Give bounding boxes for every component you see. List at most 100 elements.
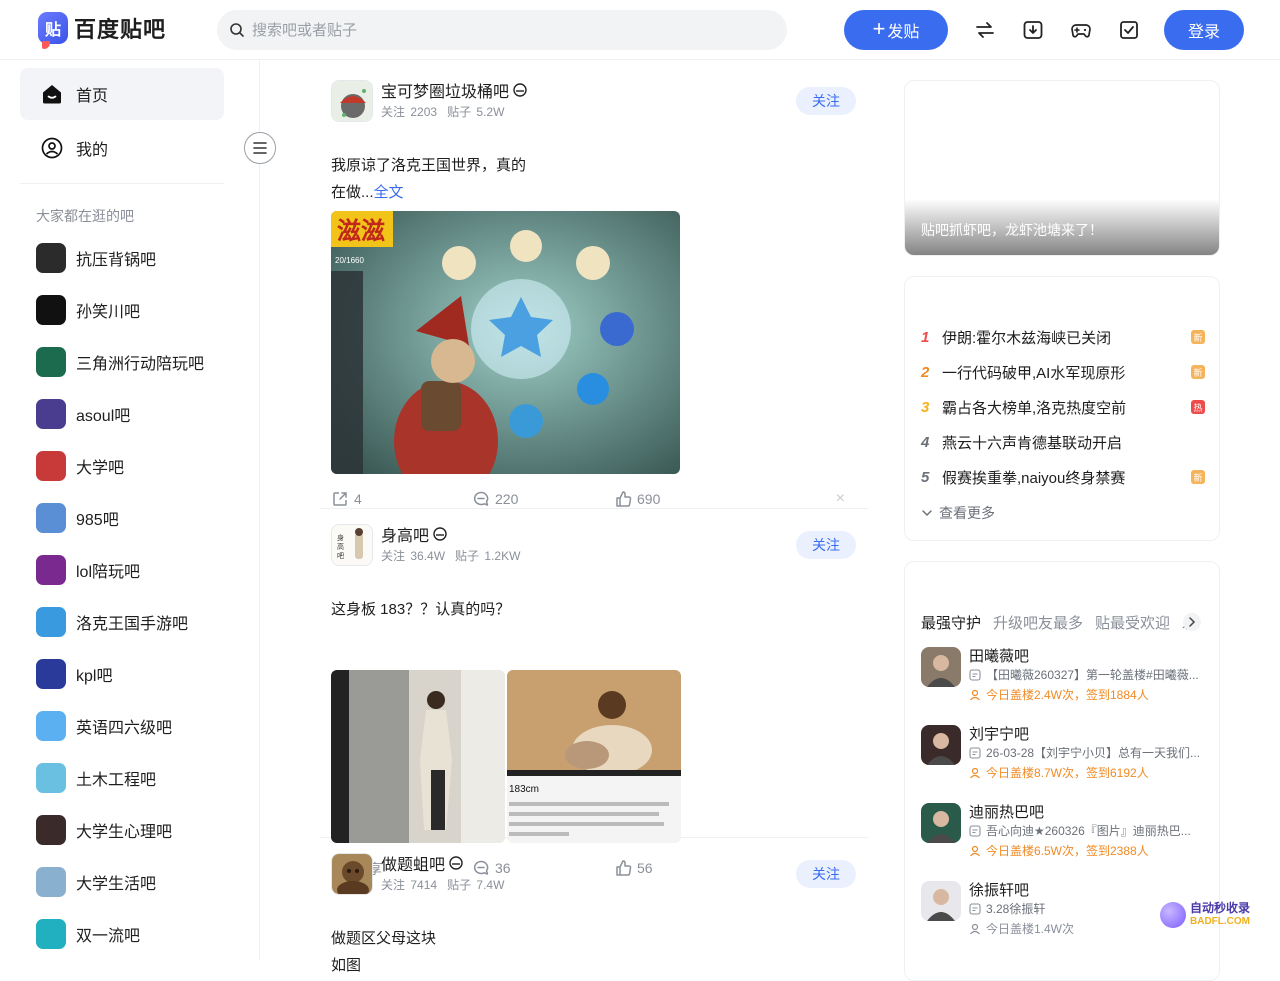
nav-mine[interactable]: 我的 [20,122,224,174]
search-input[interactable] [252,21,772,39]
forum-avatar [36,295,66,325]
sidebar-forum-item[interactable]: 985吧 [36,502,119,534]
login-button[interactable]: 登录 [1164,10,1244,50]
sidebar-forum-item[interactable]: 抗压背锅吧 [36,242,156,274]
forum-avatar [36,607,66,637]
task-check-icon[interactable] [1117,18,1141,42]
forum-name[interactable]: 做题蛆吧 [381,851,445,875]
post-card[interactable]: 做题蛆吧 关注 7414 贴子 7.4W 关注 做题区父母这块 如图 [320,851,868,974]
forum-name: 田曦薇吧 [969,648,1030,665]
comment-icon [473,491,489,506]
sidebar-forum-item[interactable]: 大学生心理吧 [36,814,172,846]
latest-post: 3.28徐振轩 [986,902,1046,916]
forum-avatar [921,803,961,843]
person-icon [970,923,980,934]
activity-stat: 今日盖楼8.7W次，签到6192人 [986,766,1149,780]
post-text[interactable]: 这身板 183？？认真的吗？ [331,596,510,623]
watermark: 自动秒收录 BADFL.COM [1160,902,1250,928]
post-button[interactable]: + 发贴 [844,10,948,50]
like-action[interactable]: 690 [614,490,660,508]
sidebar-collapse-button[interactable] [244,132,276,164]
comment-action[interactable]: 220 [472,490,518,508]
ranking-tab[interactable]: 升级吧友最多 [993,612,1083,632]
home-icon [43,85,61,104]
plus-icon: + [872,16,886,41]
forum-name[interactable]: 宝可梦圈垃圾桶吧 [381,78,509,102]
person-icon [970,689,980,700]
nav-home[interactable]: 首页 [20,68,224,120]
ranking-item[interactable]: 迪丽热巴吧 吾心向迪★260326『图片』迪丽热巴... 今日盖楼6.5W次，签到2… [921,801,1205,867]
search-bar[interactable] [217,10,787,50]
ranking-item[interactable]: 田曦薇吧 【田曦薇260327】第一轮盖楼#田曦薇... 今日盖楼2.4W次，签到1… [921,645,1205,711]
badge-icon [513,83,527,97]
forum-avatar [36,555,66,585]
chevron-right-icon[interactable] [1183,613,1201,631]
hot-topic-item[interactable]: 3 霸占各大榜单,洛克热度空前 热 [921,396,1205,418]
ranking-item[interactable]: 刘宇宁吧 26-03-28【刘宇宁小贝】总有一天我们... 今日盖楼8.7W次，签到… [921,723,1205,789]
forum-stats: 关注 7414 贴子 7.4W [381,878,505,892]
hot-tag-badge: 新 [1191,365,1205,379]
follow-button[interactable]: 关注 [796,860,856,888]
logo[interactable]: 贴 百度贴吧 [38,12,167,49]
post-card[interactable]: 身高吧 身高吧 关注 36.4W 贴子 1.2KW 关注 这身板 183？？认真的… [320,522,868,877]
forum-name: 土木工程吧 [76,772,157,789]
sidebar-section-title: 大家都在逛的吧 [36,208,134,224]
sidebar-forum-item[interactable]: 孙笑川吧 [36,294,140,326]
nav-mine-label: 我的 [76,142,109,159]
post-image[interactable]: 183cm [507,670,681,843]
logo-text: 百度贴吧 [74,17,167,42]
hot-tag-badge: 新 [1191,470,1205,484]
follow-button[interactable]: 关注 [796,531,856,559]
post-text[interactable]: 做题区父母这块 如图 [331,925,436,979]
download-icon[interactable] [1021,18,1045,42]
hot-topic-item[interactable]: 1 伊朗:霍尔木兹海峡已关闭 新 [921,326,1205,348]
sidebar-forum-item[interactable]: 三角洲行动陪玩吧 [36,346,204,378]
sidebar-forum-item[interactable]: kpl吧 [36,658,112,690]
ranking-tab[interactable]: 贴最受欢迎 [1095,612,1170,632]
hot-topic-item[interactable]: 5 假赛挨重拳,naiyou终身禁赛 新 [921,466,1205,488]
latest-post: 吾心向迪★260326『图片』迪丽热巴... [986,824,1191,838]
promo-banner[interactable]: 贴吧抓虾吧，龙虾池塘来了！ [904,80,1220,256]
hot-tag-badge: 热 [1191,400,1205,414]
read-more-link[interactable]: 全文 [374,184,404,201]
hot-rank: 1 [921,328,930,346]
dismiss-icon[interactable]: × [836,490,845,508]
hot-title: 燕云十六声肯德基联动开启 [942,434,1123,452]
ranking-tab[interactable]: 最强守护 [921,612,981,632]
post-image-grid: 183cm [331,670,681,843]
forum-name: 洛克王国手游吧 [76,616,189,633]
sidebar-forum-item[interactable]: 大学生活吧 [36,866,156,898]
share-action[interactable]: 4 [331,490,362,508]
forum-avatar [36,451,66,481]
switch-icon[interactable] [973,18,997,42]
forum-stats: 关注 2203 贴子 5.2W [381,105,505,119]
person-icon [970,767,980,778]
sidebar-forum-item[interactable]: 双一流吧 [36,918,140,950]
svg-text:吧: 吧 [337,552,344,560]
gamepad-icon[interactable] [1069,18,1093,42]
hot-topic-item[interactable]: 4 燕云十六声肯德基联动开启 [921,431,1205,453]
sidebar-forum-item[interactable]: 土木工程吧 [36,762,156,794]
view-more-link[interactable]: 查看更多 [921,503,995,523]
forum-name: 大学生活吧 [76,876,157,893]
sidebar-forum-item[interactable]: 洛克王国手游吧 [36,606,188,638]
latest-post: 【田曦薇260327】第一轮盖楼#田曦薇... [986,668,1199,682]
sidebar-forum-item[interactable]: 大学吧 [36,450,124,482]
forum-avatar [921,881,961,921]
post-image[interactable]: 滋滋 20/1660 [331,211,680,474]
sidebar-forum-item[interactable]: 英语四六级吧 [36,710,172,742]
post-card[interactable]: 宝可梦圈垃圾桶吧 关注 2203 贴子 5.2W 关注 我原谅了洛克王国世界，真的… [320,80,868,509]
watermark-logo-icon [1160,902,1186,928]
forum-name[interactable]: 身高吧 [381,522,429,546]
forum-avatar[interactable] [331,80,373,122]
post-text[interactable]: 我原谅了洛克王国世界，真的 在做...全文 [331,152,526,206]
forum-avatar[interactable] [331,853,373,895]
post-image[interactable] [331,670,505,843]
sidebar-forum-item[interactable]: asoul吧 [36,398,130,430]
follow-button[interactable]: 关注 [796,87,856,115]
svg-text:高: 高 [337,542,344,551]
forum-name: 双一流吧 [76,928,141,945]
forum-avatar[interactable]: 身高吧 [331,524,373,566]
hot-topic-item[interactable]: 2 一行代码破甲,AI水军现原形 新 [921,361,1205,383]
sidebar-forum-item[interactable]: lol陪玩吧 [36,554,140,586]
